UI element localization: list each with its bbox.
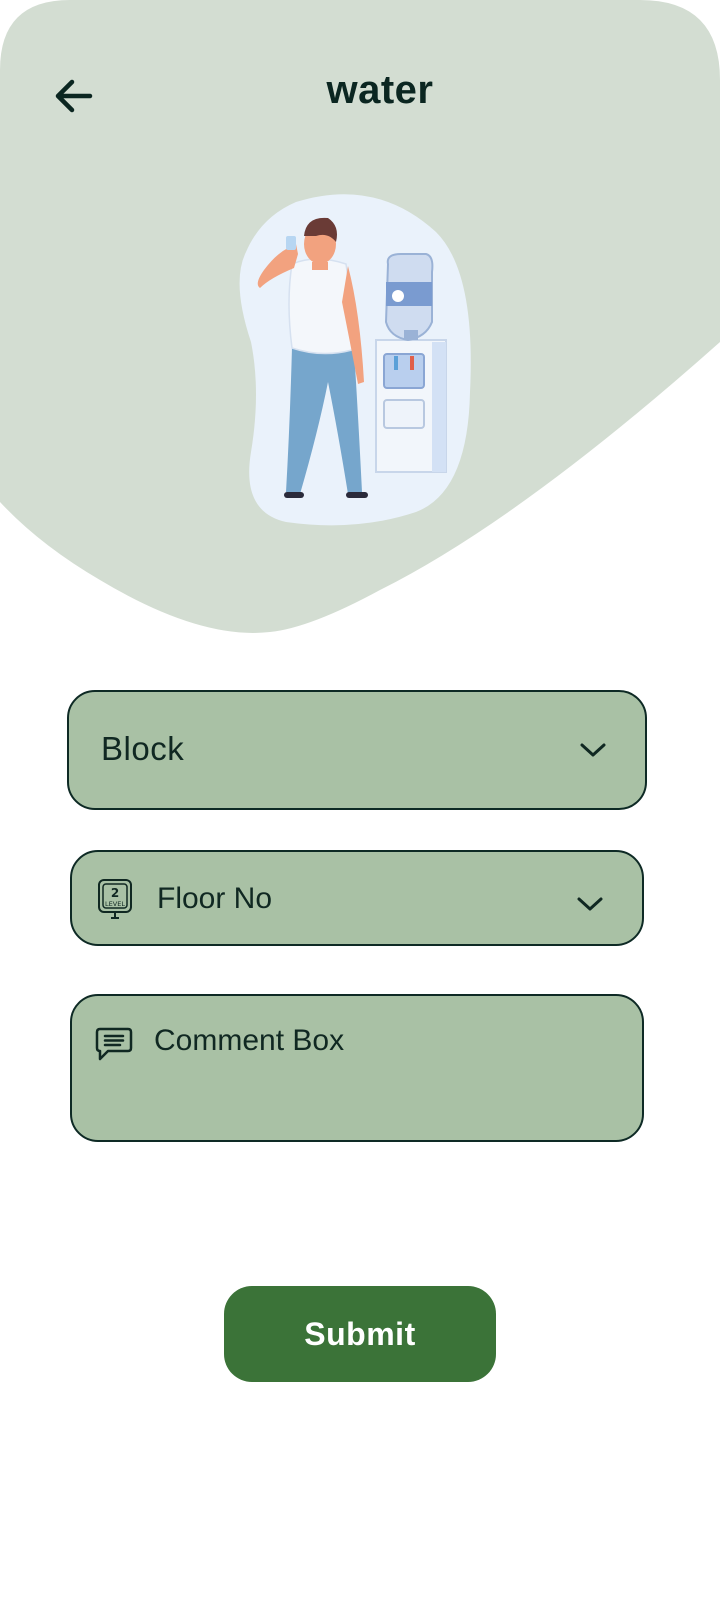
chevron-down-icon <box>577 897 603 911</box>
water-drinking-illustration <box>239 194 471 526</box>
floor-dropdown[interactable]: 2 LEVEL Floor No <box>70 850 644 946</box>
chat-message-icon <box>95 1027 133 1061</box>
chevron-down-icon <box>580 743 606 757</box>
block-dropdown[interactable]: Block <box>67 690 647 810</box>
floor-level-icon: 2 LEVEL <box>98 879 132 919</box>
block-dropdown-label: Block <box>101 730 185 767</box>
comment-box-label: Comment Box <box>154 1024 345 1057</box>
comment-box[interactable]: Comment Box <box>70 994 644 1142</box>
page-title: water <box>326 68 434 112</box>
submit-button[interactable]: Submit <box>224 1286 496 1382</box>
floor-icon-number: 2 <box>111 886 119 900</box>
floor-dropdown-label: Floor No <box>157 882 273 915</box>
floor-icon-level: LEVEL <box>105 900 125 908</box>
